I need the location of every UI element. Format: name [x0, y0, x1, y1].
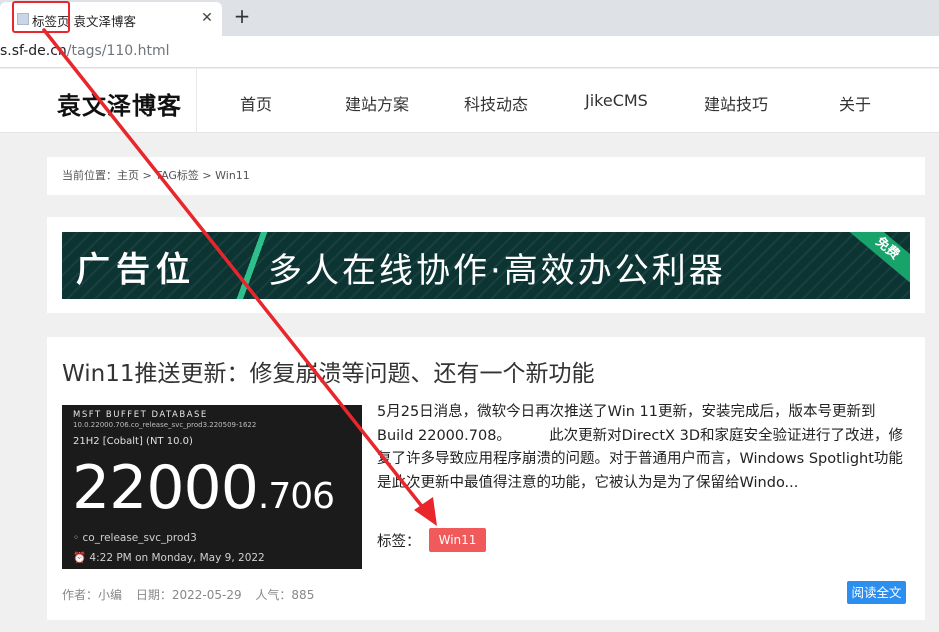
thumb-build-string: 10.0.22000.706.co_release_svc_prod3.2205…: [73, 421, 257, 429]
thumb-version: 21H2 [Cobalt] (NT 10.0): [73, 436, 193, 447]
nav-site-tips[interactable]: 建站技巧: [704, 91, 768, 115]
close-icon[interactable]: ✕: [197, 8, 217, 28]
article-title[interactable]: Win11推送更新：修复崩溃等问题、还有一个新功能: [62, 354, 594, 388]
article-meta: 作者：小编 日期：2022-05-29 人气：885: [62, 586, 324, 603]
header-divider: [196, 69, 197, 133]
ad-container: 广告位 多人在线协作·高效办公利器 免费: [47, 217, 925, 313]
clock-icon: ⏰: [73, 552, 87, 564]
annotation-highlight-box: [12, 1, 70, 33]
ad-banner[interactable]: 广告位 多人在线协作·高效办公利器 免费: [62, 232, 910, 299]
address-bar[interactable]: s.sf-de.cn/tags/110.html: [0, 36, 939, 68]
new-tab-button[interactable]: +: [231, 4, 253, 28]
article-author: 作者：小编: [62, 588, 123, 602]
thumb-branch-text: co_release_svc_prod3: [82, 532, 197, 544]
site-header: 袁文泽博客 首页 建站方案 科技动态 JikeCMS 建站技巧 关于: [0, 69, 939, 133]
browser-tab-bar: 标签页 袁文泽博客 ✕ +: [0, 0, 939, 36]
nav-home[interactable]: 首页: [240, 91, 272, 115]
article-views: 人气：885: [255, 588, 315, 602]
nav-jikecms[interactable]: JikeCMS: [585, 91, 648, 110]
read-more-button[interactable]: 阅读全文: [847, 581, 906, 604]
site-logo[interactable]: 袁文泽博客: [57, 86, 182, 121]
thumb-date: ⏰ 4:22 PM on Monday, May 9, 2022: [73, 551, 265, 564]
url-path: /tags/110.html: [66, 43, 170, 59]
tag-win11[interactable]: Win11: [429, 528, 486, 552]
breadcrumb[interactable]: 当前位置：主页 > TAG标签 > Win11: [47, 157, 925, 195]
url-host: s.sf-de.cn: [0, 43, 67, 59]
thumb-db-title: MSFT BUFFET DATABASE: [73, 410, 208, 420]
tags-label: 标签：: [377, 534, 421, 550]
thumb-build-main: 22000: [72, 453, 259, 523]
thumb-branch: ◦ co_release_svc_prod3: [73, 532, 197, 544]
ad-separator: [232, 232, 272, 299]
article-date: 日期：2022-05-29: [135, 588, 242, 602]
article-summary: 5月25日消息，微软今日再次推送了Win 11更新，安装完成后，版本号更新到 B…: [377, 404, 903, 491]
nav-site-solutions[interactable]: 建站方案: [345, 91, 409, 115]
ad-slogan: 多人在线协作·高效办公利器: [268, 251, 726, 291]
thumb-build-number: 22000.706: [72, 453, 335, 523]
article-card: Win11推送更新：修复崩溃等问题、还有一个新功能 MSFT BUFFET DA…: [47, 337, 925, 620]
thumb-date-text: 4:22 PM on Monday, May 9, 2022: [89, 552, 265, 564]
url-text[interactable]: s.sf-de.cn/tags/110.html: [0, 43, 170, 59]
article-thumbnail[interactable]: MSFT BUFFET DATABASE 10.0.22000.706.co_r…: [62, 405, 362, 569]
nav-tech-news[interactable]: 科技动态: [464, 91, 528, 115]
thumb-build-minor: .706: [257, 476, 335, 517]
ad-label: 广告位: [76, 250, 196, 290]
nav-about[interactable]: 关于: [839, 91, 871, 115]
